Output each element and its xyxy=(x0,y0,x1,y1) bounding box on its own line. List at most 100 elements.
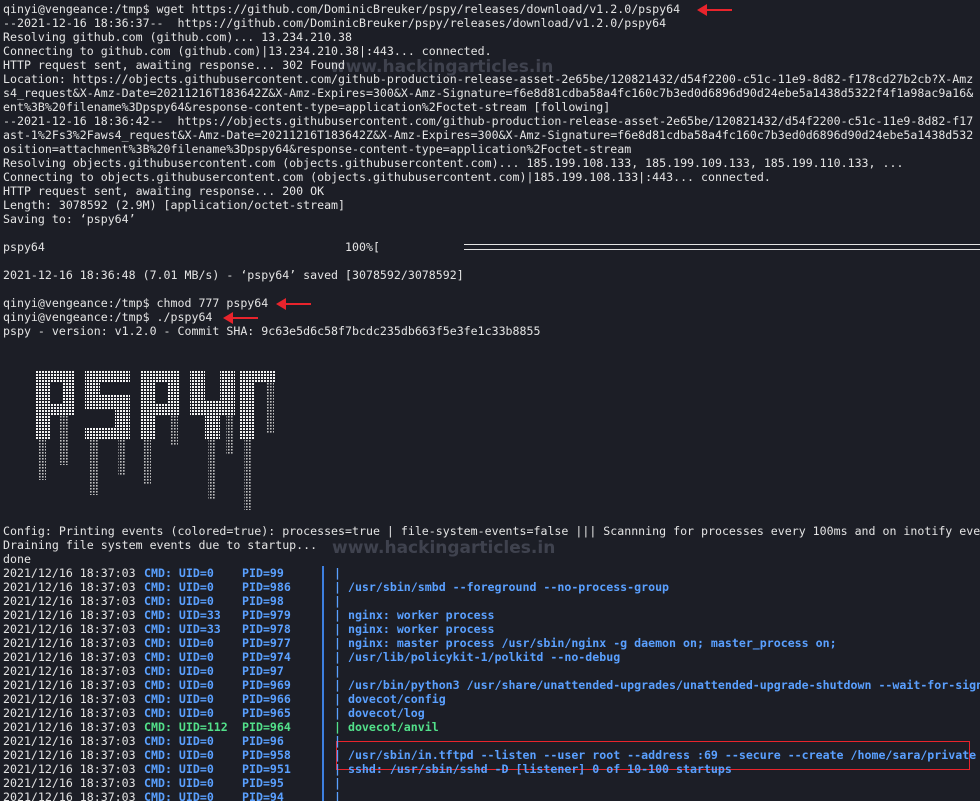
process-event-row: 2021/12/16 18:37:03 CMD: UID=112 PID=964 | … xyxy=(3,720,980,734)
event-txt: | xyxy=(334,776,341,790)
terminal-line: Connecting to github.com (github.com)|13… xyxy=(3,44,492,58)
event-txt: | xyxy=(334,594,341,608)
terminal-line: qinyi@vengeance:/tmp$ chmod 777 pspy64 xyxy=(3,296,269,310)
event-ts: 2021/12/16 18:37:03 xyxy=(3,664,136,678)
process-event-row: 2021/12/16 18:37:03 CMD: UID=0 PID=965 | do… xyxy=(3,706,980,720)
event-txt: | /usr/lib/policykit-1/polkitd --no-debu… xyxy=(334,650,621,664)
event-pid: PID=95 xyxy=(242,776,284,790)
event-txt: | /usr/sbin/smbd --foreground --no-proce… xyxy=(334,580,670,594)
event-pid: PID=979 xyxy=(242,608,291,622)
event-ts: 2021/12/16 18:37:03 xyxy=(3,566,136,580)
event-cmd: CMD: UID=0 xyxy=(144,678,214,692)
event-pid: PID=951 xyxy=(242,762,291,776)
terminal-line: Resolving objects.githubusercontent.com … xyxy=(3,156,904,170)
event-pid: PID=965 xyxy=(242,706,291,720)
terminal-line: Connecting to objects.githubusercontent.… xyxy=(3,170,771,184)
event-txt: | nginx: worker process xyxy=(334,622,495,636)
event-pid: PID=986 xyxy=(242,580,291,594)
annotation-arrow-icon xyxy=(223,312,258,324)
event-pid: PID=969 xyxy=(242,678,291,692)
event-cmd: CMD: UID=0 xyxy=(144,636,214,650)
event-ts: 2021/12/16 18:37:03 xyxy=(3,734,136,748)
process-event-row: 2021/12/16 18:37:03 CMD: UID=0 PID=966 | do… xyxy=(3,692,980,706)
annotation-arrow-icon xyxy=(697,4,732,16)
event-pid: PID=96 xyxy=(242,734,284,748)
event-pid: PID=964 xyxy=(242,720,291,734)
process-event-row: 2021/12/16 18:37:03 CMD: UID=0 PID=98 | xyxy=(3,594,980,608)
event-ts: 2021/12/16 18:37:03 xyxy=(3,692,136,706)
event-pid: PID=98 xyxy=(242,594,284,608)
event-cmd: CMD: UID=0 xyxy=(144,734,214,748)
event-pid: PID=94 xyxy=(242,790,284,801)
process-event-row: 2021/12/16 18:37:03 CMD: UID=0 PID=97 | xyxy=(3,664,980,678)
process-event-row: 2021/12/16 18:37:03 CMD: UID=0 PID=977 | ng… xyxy=(3,636,980,650)
event-cmd: CMD: UID=0 xyxy=(144,566,214,580)
event-ts: 2021/12/16 18:37:03 xyxy=(3,790,136,801)
event-pid: PID=97 xyxy=(242,664,284,678)
terminal-line: Draining file system events due to start… xyxy=(3,538,318,552)
process-event-row: 2021/12/16 18:37:03 CMD: UID=0 PID=94 | xyxy=(3,790,980,801)
terminal-line: osition=attachment%3B%20filename%3Dpspy6… xyxy=(3,142,632,156)
event-cmd: CMD: UID=33 xyxy=(144,608,221,622)
terminal-line: done xyxy=(3,552,31,566)
terminal-line: pspy - version: v1.2.0 - Commit SHA: 9c6… xyxy=(3,324,541,338)
event-pid: PID=966 xyxy=(242,692,291,706)
event-pid: PID=978 xyxy=(242,622,291,636)
terminal-window[interactable]: www.hackingarticles.in www.hackingarticl… xyxy=(0,0,980,801)
terminal-line: --2021-12-16 18:36:42-- https://objects.… xyxy=(3,114,974,128)
event-txt: | xyxy=(334,790,341,801)
terminal-line: Config: Printing events (colored=true): … xyxy=(3,524,980,538)
event-ts: 2021/12/16 18:37:03 xyxy=(3,594,136,608)
process-event-row: 2021/12/16 18:37:03 CMD: UID=0 PID=99 | xyxy=(3,566,980,580)
event-ts: 2021/12/16 18:37:03 xyxy=(3,720,136,734)
event-txt: | dovecot/anvil xyxy=(334,720,439,734)
terminal-line: pspy64 100%[ xyxy=(3,240,380,254)
terminal-line: HTTP request sent, awaiting response... … xyxy=(3,58,346,72)
event-cmd: CMD: UID=0 xyxy=(144,748,214,762)
event-pid: PID=977 xyxy=(242,636,291,650)
terminal-line: 2021-12-16 18:36:48 (7.01 MB/s) - ‘pspy6… xyxy=(3,268,464,282)
process-event-row: 2021/12/16 18:37:03 CMD: UID=33 PID=978 | n… xyxy=(3,622,980,636)
event-txt: | sshd: /usr/sbin/sshd -D [listener] 0 o… xyxy=(334,762,732,776)
terminal-line: ast-1%2Fs3%2Faws4_request&X-Amz-Date=202… xyxy=(3,128,974,142)
process-event-row: 2021/12/16 18:37:03 CMD: UID=0 PID=958 | /u… xyxy=(3,748,980,762)
event-cmd: CMD: UID=0 xyxy=(144,650,214,664)
event-pid: PID=958 xyxy=(242,748,291,762)
terminal-line: --2021-12-16 18:36:37-- https://github.c… xyxy=(3,16,667,30)
event-cmd: CMD: UID=0 xyxy=(144,692,214,706)
event-ts: 2021/12/16 18:37:03 xyxy=(3,580,136,594)
event-txt: | nginx: worker process xyxy=(334,608,495,622)
terminal-line: Resolving github.com (github.com)... 13.… xyxy=(3,30,353,44)
process-event-row: 2021/12/16 18:37:03 CMD: UID=0 PID=95 | xyxy=(3,776,980,790)
event-txt: | nginx: master process /usr/sbin/nginx … xyxy=(334,636,837,650)
process-event-row: 2021/12/16 18:37:03 CMD: UID=0 PID=951 | ss… xyxy=(3,762,980,776)
event-txt: | xyxy=(334,566,341,580)
event-cmd: CMD: UID=0 xyxy=(144,580,214,594)
process-event-row: 2021/12/16 18:37:03 CMD: UID=0 PID=974 | /u… xyxy=(3,650,980,664)
process-event-row: 2021/12/16 18:37:03 CMD: UID=0 PID=969 | /u… xyxy=(3,678,980,692)
event-txt: | /usr/bin/python3 /usr/share/unattended… xyxy=(334,678,980,692)
event-ts: 2021/12/16 18:37:03 xyxy=(3,650,136,664)
event-cmd: CMD: UID=0 xyxy=(144,664,214,678)
terminal-line: qinyi@vengeance:/tmp$ wget https://githu… xyxy=(3,2,681,16)
event-txt: | xyxy=(334,664,341,678)
event-cmd: CMD: UID=112 xyxy=(144,720,228,734)
download-progress-bar xyxy=(464,244,980,250)
event-txt: | dovecot/config xyxy=(334,692,446,706)
terminal-line: HTTP request sent, awaiting response... … xyxy=(3,184,325,198)
event-ts: 2021/12/16 18:37:03 xyxy=(3,748,136,762)
event-cmd: CMD: UID=0 xyxy=(144,790,214,801)
event-cmd: CMD: UID=0 xyxy=(144,776,214,790)
event-ts: 2021/12/16 18:37:03 xyxy=(3,762,136,776)
event-ts: 2021/12/16 18:37:03 xyxy=(3,706,136,720)
event-txt: | dovecot/log xyxy=(334,706,425,720)
terminal-line: ent%3B%20filename%3Dpspy64&response-cont… xyxy=(3,100,611,114)
event-pid: PID=974 xyxy=(242,650,291,664)
event-txt: | /usr/sbin/in.tftpd --listen --user roo… xyxy=(334,748,977,762)
terminal-line: Location: https://objects.githubusercont… xyxy=(3,72,974,86)
event-cmd: CMD: UID=0 xyxy=(144,762,214,776)
event-pid: PID=99 xyxy=(242,566,284,580)
terminal-line: Length: 3078592 (2.9M) [application/octe… xyxy=(3,198,346,212)
terminal-line: Saving to: ‘pspy64’ xyxy=(3,212,136,226)
event-ts: 2021/12/16 18:37:03 xyxy=(3,636,136,650)
